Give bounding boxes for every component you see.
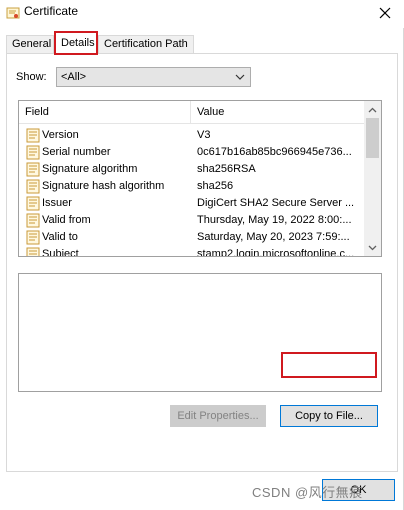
field-value: DigiCert SHA2 Secure Server ...	[197, 197, 355, 209]
scroll-thumb[interactable]	[366, 118, 379, 158]
certificate-field-icon	[26, 179, 40, 194]
show-dropdown[interactable]: <All>	[56, 67, 251, 87]
column-header-field[interactable]: Field	[19, 101, 191, 124]
tab-strip: General Details Certification Path	[6, 31, 398, 55]
list-item[interactable]: Subject stamp2.login.microsoftonline.c..…	[19, 246, 364, 257]
show-selected-value: <All>	[61, 71, 87, 83]
field-name: Valid from	[42, 214, 91, 226]
certificate-field-icon	[26, 213, 40, 228]
show-label: Show:	[16, 71, 47, 83]
list-item[interactable]: Valid to Saturday, May 20, 2023 7:59:...	[19, 229, 364, 246]
chevron-up-icon	[368, 107, 377, 112]
list-item[interactable]: Issuer DigiCert SHA2 Secure Server ...	[19, 195, 364, 212]
field-name: Issuer	[42, 197, 72, 209]
list-item[interactable]: Signature algorithm sha256RSA	[19, 161, 364, 178]
field-detail-textbox[interactable]	[18, 273, 382, 392]
field-name: Serial number	[42, 146, 111, 158]
field-value: Thursday, May 19, 2022 8:00:...	[197, 214, 352, 226]
list-rows: Version V3 Serial number 0c617b16ab85bc9…	[19, 127, 364, 257]
field-value: stamp2.login.microsoftonline.c...	[197, 248, 355, 257]
scroll-down-button[interactable]	[364, 239, 381, 256]
title-bar: Certificate	[0, 0, 404, 28]
list-item[interactable]: Valid from Thursday, May 19, 2022 8:00:.…	[19, 212, 364, 229]
field-value: 0c617b16ab85bc966945e736...	[197, 146, 352, 158]
certificate-field-icon	[26, 145, 40, 160]
certificate-field-icon	[26, 230, 40, 245]
field-name: Valid to	[42, 231, 78, 243]
close-icon	[379, 7, 391, 19]
edit-properties-button[interactable]: Edit Properties...	[170, 405, 266, 427]
watermark: CSDN @风行無痕	[252, 485, 363, 500]
list-item[interactable]: Signature hash algorithm sha256	[19, 178, 364, 195]
certificate-field-icon	[26, 162, 40, 177]
tab-details[interactable]: Details	[54, 31, 98, 55]
chevron-down-icon	[368, 245, 377, 250]
field-name: Version	[42, 129, 79, 141]
field-value: sha256RSA	[197, 163, 256, 175]
list-item[interactable]: Serial number 0c617b16ab85bc966945e736..…	[19, 144, 364, 161]
certificate-field-icon	[26, 128, 40, 143]
close-button[interactable]	[374, 2, 396, 24]
list-header: Field Value	[19, 101, 364, 124]
tab-label: Details	[61, 37, 95, 49]
field-name: Signature hash algorithm	[42, 180, 165, 192]
certificate-dialog: Certificate General Details Certificatio…	[0, 0, 404, 510]
chevron-down-icon	[235, 74, 245, 80]
certificate-field-icon	[26, 247, 40, 256]
copy-to-file-button[interactable]: Copy to File...	[280, 405, 378, 427]
window-title: Certificate	[24, 4, 79, 18]
list-scrollbar[interactable]	[364, 101, 381, 256]
field-value: Saturday, May 20, 2023 7:59:...	[197, 231, 350, 243]
tab-label: Certification Path	[104, 38, 188, 50]
field-value: V3	[197, 129, 211, 141]
column-header-value[interactable]: Value	[191, 101, 364, 124]
details-panel: Show: <All> Field Value Version V3 Seria…	[6, 53, 398, 472]
field-list[interactable]: Field Value Version V3 Serial number 0c6…	[18, 100, 382, 257]
field-name: Subject	[42, 248, 79, 257]
scroll-up-button[interactable]	[364, 101, 381, 118]
certificate-icon	[6, 7, 20, 19]
certificate-field-icon	[26, 196, 40, 211]
tab-certification-path[interactable]: Certification Path	[98, 35, 194, 54]
tab-label: General	[12, 38, 52, 50]
list-item[interactable]: Version V3	[19, 127, 364, 144]
tab-general[interactable]: General	[6, 35, 54, 54]
field-name: Signature algorithm	[42, 163, 138, 175]
field-value: sha256	[197, 180, 234, 192]
